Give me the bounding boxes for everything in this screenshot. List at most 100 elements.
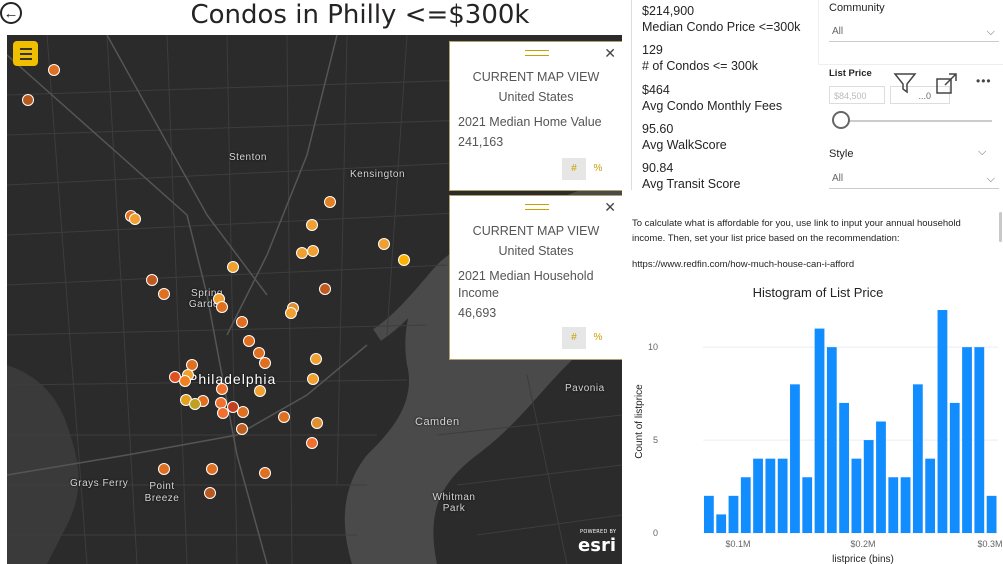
condo-marker[interactable] — [189, 398, 201, 410]
condo-marker[interactable] — [236, 316, 248, 328]
condo-marker[interactable] — [285, 307, 297, 319]
x-tick-label: $0.3M — [977, 539, 1002, 549]
condo-marker[interactable] — [319, 283, 331, 295]
x-tick-label: $0.2M — [850, 539, 875, 549]
condo-marker[interactable] — [243, 335, 255, 347]
condo-marker[interactable] — [324, 196, 336, 208]
histogram-bar — [986, 495, 997, 533]
condo-marker[interactable] — [398, 254, 410, 266]
condo-marker[interactable] — [216, 383, 228, 395]
kpi-transit-score: 90.84 Avg Transit Score — [642, 160, 740, 192]
condo-marker[interactable] — [278, 411, 290, 423]
condo-marker[interactable] — [254, 385, 266, 397]
condo-marker[interactable] — [146, 274, 158, 286]
condo-marker[interactable] — [310, 353, 322, 365]
focus-mode-icon[interactable] — [935, 73, 959, 100]
condo-marker[interactable] — [306, 219, 318, 231]
card-location: United States — [498, 244, 574, 258]
histogram-bar — [716, 514, 727, 533]
style-dropdown[interactable]: All ⌵ — [829, 167, 999, 189]
histogram-chart: 0 5 10 $0.1M $0.2M $0.3M listprice (bins) Count… — [634, 310, 1003, 564]
map-label-camden: Camden — [415, 416, 460, 428]
x-tick-label: $0.1M — [725, 539, 750, 549]
close-icon[interactable]: ✕ — [604, 199, 616, 216]
condo-marker[interactable] — [22, 94, 34, 106]
kpi-label: Avg Transit Score — [642, 177, 741, 191]
page-title: Condos in Philly <=$300k — [190, 0, 530, 30]
x-axis-label: listprice (bins) — [832, 554, 894, 564]
condo-marker[interactable] — [311, 417, 323, 429]
histogram-bar — [888, 477, 899, 533]
card-metric: 2021 Median Home Value — [458, 115, 602, 129]
histogram-bar — [876, 421, 886, 533]
condo-marker[interactable] — [307, 245, 319, 257]
percent-toggle-button[interactable]: % — [586, 158, 610, 180]
kpi-label: # of Condos <= 300k — [642, 59, 759, 73]
filter-icon[interactable] — [893, 72, 917, 99]
condo-marker[interactable] — [48, 64, 60, 76]
condo-marker[interactable] — [216, 301, 228, 313]
histogram-bar — [851, 458, 862, 533]
histogram-bar — [925, 458, 936, 533]
map-info-card-household-income: ✕ CURRENT MAP VIEW United States 2021 Me… — [449, 195, 622, 360]
count-toggle-button[interactable]: # — [562, 327, 586, 349]
kpi-median-price: $214,900 Median Condo Price <=300k — [642, 3, 800, 35]
drag-handle-icon[interactable] — [525, 204, 549, 210]
esri-logo: POWERED BY esri — [578, 529, 617, 556]
chevron-down-icon[interactable]: ⌵ — [978, 146, 986, 159]
condo-marker[interactable] — [236, 423, 248, 435]
condo-marker[interactable] — [158, 463, 170, 475]
scrollbar[interactable] — [999, 212, 1002, 242]
price-slider-track[interactable] — [836, 120, 992, 122]
histogram-bar — [974, 347, 985, 533]
kpi-value: $464 — [642, 83, 670, 97]
histogram-bar — [765, 458, 776, 533]
histogram-bar — [790, 384, 800, 533]
kpi-condo-count: 129 # of Condos <= 300k — [642, 42, 758, 74]
y-tick-label: 0 — [653, 528, 658, 538]
affordability-note: To calculate what is affordable for you,… — [632, 218, 961, 244]
chevron-down-icon: ⌵ — [986, 173, 995, 185]
condo-marker[interactable] — [296, 247, 308, 259]
condo-marker[interactable] — [259, 467, 271, 479]
count-toggle-button[interactable]: # — [562, 158, 586, 180]
more-options-icon[interactable]: ••• — [976, 74, 992, 88]
condo-marker[interactable] — [179, 375, 191, 387]
min-price-input[interactable]: $84,500 — [829, 86, 885, 104]
condo-marker[interactable] — [129, 213, 141, 225]
histogram-bar — [753, 458, 763, 533]
condo-marker[interactable] — [227, 261, 239, 273]
price-slider-handle[interactable] — [832, 111, 850, 129]
kpi-value: $214,900 — [642, 4, 695, 18]
condo-marker[interactable] — [307, 373, 319, 385]
histogram-bar — [949, 402, 960, 533]
condo-marker[interactable] — [237, 406, 249, 418]
redfin-link[interactable]: https://www.redfin.com/how-much-house-ca… — [632, 259, 854, 270]
community-dropdown[interactable]: All ⌵ — [829, 20, 999, 42]
condo-marker[interactable] — [306, 437, 318, 449]
condo-marker[interactable] — [259, 357, 271, 369]
drag-handle-icon[interactable] — [525, 50, 549, 56]
map-label-stenton: Stenton — [229, 152, 267, 163]
map-label-kensington: Kensington — [350, 169, 406, 180]
condo-marker[interactable] — [204, 487, 216, 499]
card-value: 241,163 — [458, 135, 504, 149]
close-icon[interactable]: ✕ — [604, 45, 616, 62]
back-button[interactable]: ← — [0, 2, 22, 24]
chevron-down-icon: ⌵ — [986, 26, 995, 38]
condo-marker[interactable] — [378, 238, 390, 250]
condo-marker[interactable] — [206, 463, 218, 475]
slicer-label: Community — [829, 2, 885, 14]
histogram-bar — [937, 310, 948, 533]
map-info-card-home-value: ✕ CURRENT MAP VIEW United States 2021 Me… — [449, 41, 622, 191]
percent-toggle-button[interactable]: % — [586, 327, 610, 349]
y-tick-label: 5 — [653, 435, 658, 445]
histogram-bar — [962, 347, 972, 533]
card-value: 46,693 — [458, 306, 497, 320]
condo-marker[interactable] — [217, 407, 229, 419]
map-menu-button[interactable] — [13, 41, 38, 66]
kpi-label: Avg WalkScore — [642, 138, 727, 152]
histogram-bar — [863, 440, 874, 533]
condo-marker[interactable] — [158, 288, 170, 300]
map-view[interactable]: Stenton Kensington Spring Garden Philade… — [7, 35, 622, 564]
